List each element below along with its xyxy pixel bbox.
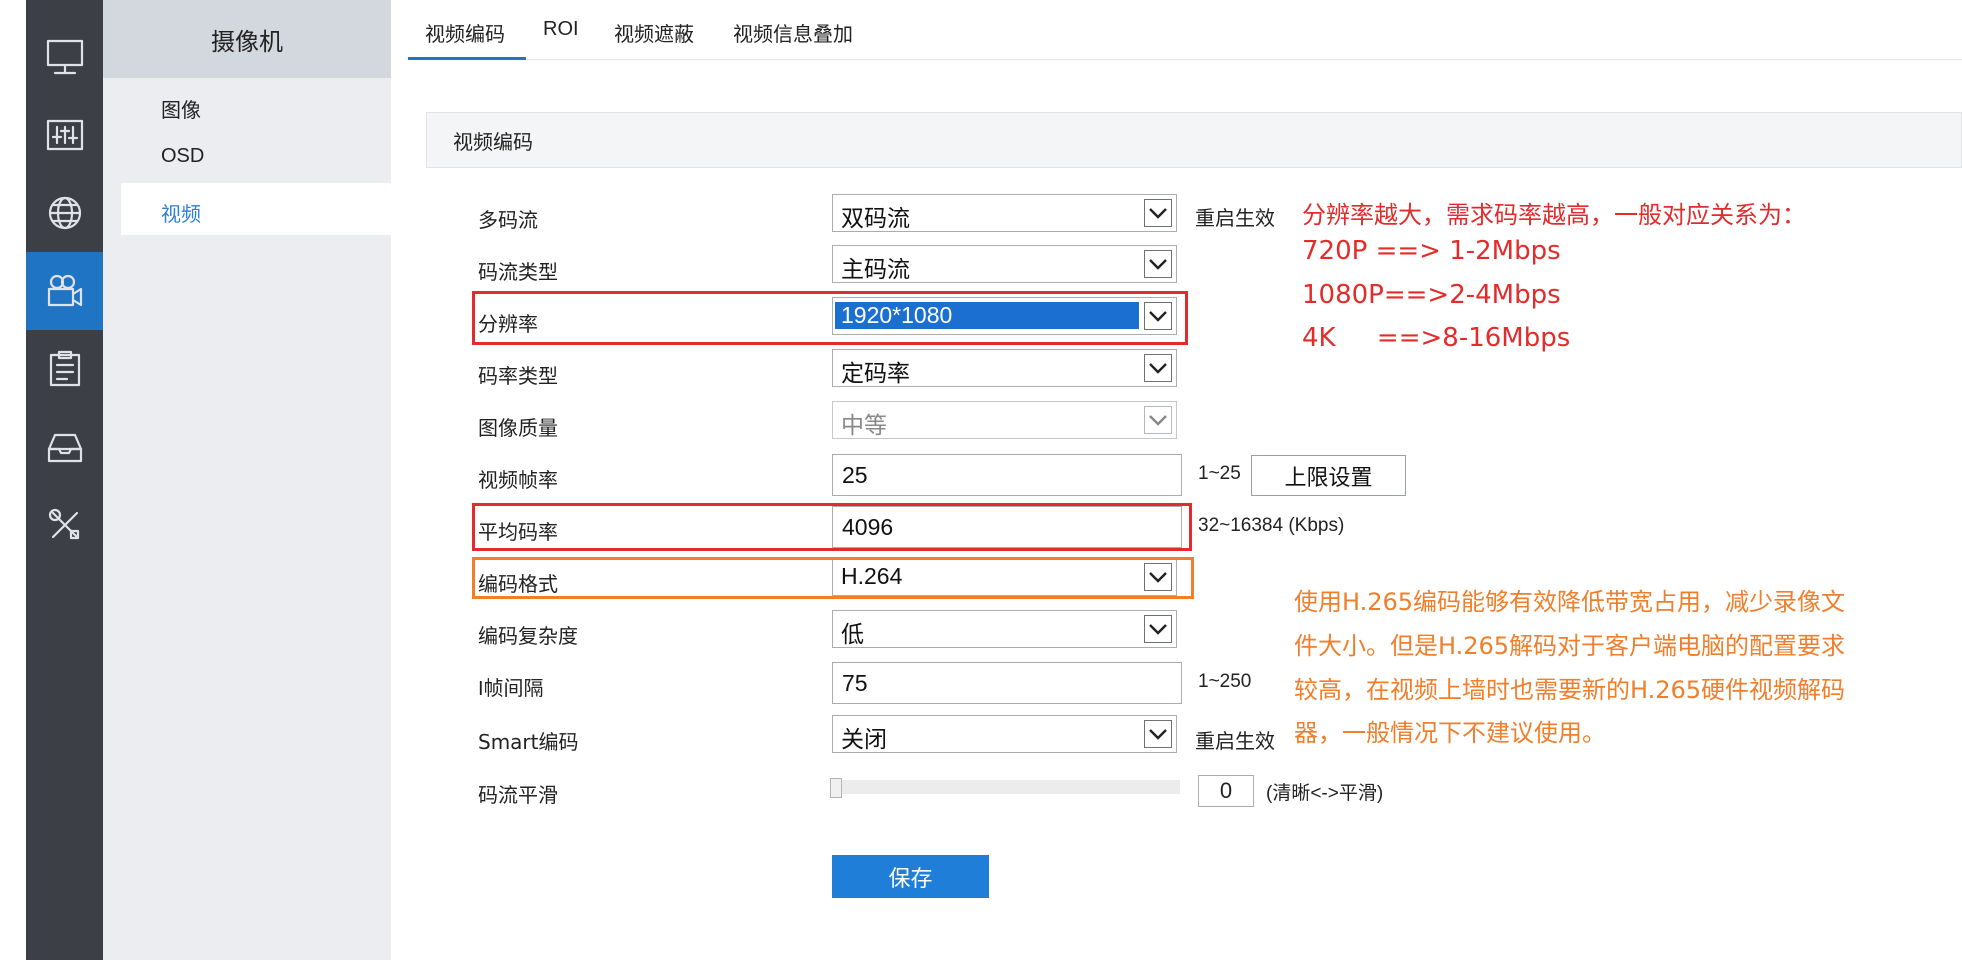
icon-rail xyxy=(26,0,103,960)
sliders-icon[interactable] xyxy=(26,96,103,174)
subnav-item-video[interactable]: 视频 xyxy=(161,198,201,227)
select-smart-codec[interactable]: 关闭 xyxy=(832,715,1177,753)
tools-icon[interactable] xyxy=(26,486,103,564)
chevron-down-icon[interactable] xyxy=(1144,199,1172,227)
chevron-down-icon[interactable] xyxy=(1144,250,1172,278)
save-button[interactable]: 保存 xyxy=(832,855,989,898)
chevron-down-icon[interactable] xyxy=(1144,720,1172,748)
chevron-down-icon[interactable] xyxy=(1144,354,1172,382)
tab-video-encoding[interactable]: 视频编码 xyxy=(425,18,505,47)
avg-bitrate-highlight-frame xyxy=(472,503,1192,551)
i-frame-range: 1~250 xyxy=(1198,671,1252,692)
subnav-title: 摄像机 xyxy=(103,0,391,78)
select-bitrate-type-value: 定码率 xyxy=(841,360,910,386)
globe-icon[interactable] xyxy=(26,174,103,252)
smart-codec-note: 重启生效 xyxy=(1195,729,1275,753)
codec-annotation-line-1: 使用H.265编码能够有效降低带宽占用，减少录像文 xyxy=(1294,588,1846,616)
resolution-annotation-line-4: 4K ==>8-16Mbps xyxy=(1302,323,1571,353)
secondary-nav xyxy=(103,0,391,960)
active-tab-indicator xyxy=(408,57,526,60)
section-title: 视频编码 xyxy=(453,129,533,154)
select-multi-stream-value: 双码流 xyxy=(841,205,910,231)
select-complexity-value: 低 xyxy=(841,621,864,647)
label-stream-type: 码流类型 xyxy=(478,260,558,284)
label-complexity: 编码复杂度 xyxy=(478,624,578,648)
tab-roi[interactable]: ROI xyxy=(543,18,579,41)
smoothing-value-input[interactable]: 0 xyxy=(1198,775,1254,807)
input-frame-rate[interactable]: 25 xyxy=(832,454,1182,496)
resolution-highlight-frame xyxy=(472,291,1188,345)
label-smoothing: 码流平滑 xyxy=(478,783,558,807)
resolution-annotation-line-2: 720P ==> 1-2Mbps xyxy=(1302,236,1561,266)
chevron-down-icon[interactable] xyxy=(1144,615,1172,643)
tab-bar: 视频编码 ROI 视频遮蔽 视频信息叠加 xyxy=(408,0,1962,60)
subnav-item-osd[interactable]: OSD xyxy=(161,145,204,168)
subnav-item-image[interactable]: 图像 xyxy=(161,94,201,123)
smoothing-hint: (清晰<->平滑) xyxy=(1266,783,1384,804)
select-image-quality-value: 中等 xyxy=(841,412,887,438)
select-bitrate-type[interactable]: 定码率 xyxy=(832,349,1177,387)
label-frame-rate: 视频帧率 xyxy=(478,468,558,492)
smoothing-slider-handle[interactable] xyxy=(830,778,842,798)
frame-rate-range: 1~25 xyxy=(1198,463,1241,484)
label-i-frame: I帧间隔 xyxy=(478,678,544,700)
select-multi-stream[interactable]: 双码流 xyxy=(832,194,1177,232)
label-multi-stream: 多码流 xyxy=(478,208,538,232)
select-stream-type[interactable]: 主码流 xyxy=(832,245,1177,283)
inbox-icon[interactable] xyxy=(26,408,103,486)
tab-video-mask[interactable]: 视频遮蔽 xyxy=(614,18,694,47)
tab-video-overlay[interactable]: 视频信息叠加 xyxy=(733,18,853,47)
resolution-annotation-line-3: 1080P==>2-4Mbps xyxy=(1302,280,1561,310)
monitor-icon[interactable] xyxy=(26,18,103,96)
label-bitrate-type: 码率类型 xyxy=(478,364,558,388)
camera-icon[interactable] xyxy=(26,252,103,330)
codec-annotation-line-4: 器，一般情况下不建议使用。 xyxy=(1294,719,1606,747)
codec-annotation-line-3: 较高，在视频上墙时也需要新的H.265硬件视频解码 xyxy=(1294,676,1846,704)
select-complexity[interactable]: 低 xyxy=(832,610,1177,648)
clipboard-icon[interactable] xyxy=(26,330,103,408)
section-header: 视频编码 xyxy=(426,112,1962,168)
select-smart-codec-value: 关闭 xyxy=(841,726,887,752)
multi-stream-note: 重启生效 xyxy=(1195,206,1275,230)
chevron-down-icon xyxy=(1144,406,1172,434)
smoothing-slider-track[interactable] xyxy=(832,780,1180,794)
select-image-quality: 中等 xyxy=(832,401,1177,439)
resolution-annotation-line-1: 分辨率越大，需求码率越高，一般对应关系为： xyxy=(1302,201,1806,229)
select-stream-type-value: 主码流 xyxy=(841,256,910,282)
avg-bitrate-range: 32~16384 (Kbps) xyxy=(1198,515,1345,536)
label-image-quality: 图像质量 xyxy=(478,416,558,440)
codec-annotation-line-2: 件大小。但是H.265解码对于客户端电脑的配置要求 xyxy=(1294,632,1846,660)
input-i-frame[interactable]: 75 xyxy=(832,662,1182,704)
frame-rate-limit-button[interactable]: 上限设置 xyxy=(1251,455,1406,496)
codec-highlight-frame xyxy=(472,557,1194,599)
label-smart-codec: Smart编码 xyxy=(478,730,579,754)
